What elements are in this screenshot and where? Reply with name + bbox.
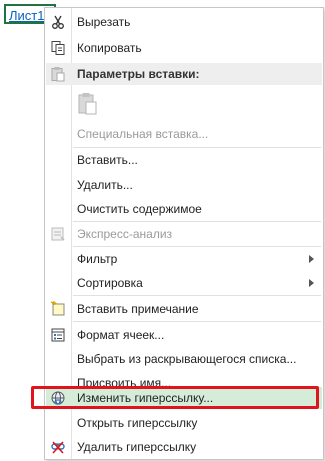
menu-item-paste-special[interactable]: Специальная вставка...	[46, 123, 322, 145]
menu-item-copy[interactable]: Копировать	[46, 37, 322, 59]
menu-item-label: Экспресс-анализ	[77, 227, 173, 241]
menu-item-label: Удалить...	[77, 178, 133, 192]
submenu-arrow-icon	[309, 255, 314, 263]
separator	[73, 147, 321, 148]
menu-item-edit-hyperlink[interactable]: Изменить гиперссылку...	[46, 387, 322, 409]
menu-item-filter[interactable]: Фильтр	[46, 248, 322, 270]
paste-values-icon[interactable]	[78, 92, 98, 116]
paste-options-label: Параметры вставки:	[77, 67, 200, 81]
format-cells-icon	[50, 327, 66, 343]
menu-item-quick-analysis[interactable]: Экспресс-анализ	[46, 223, 322, 245]
separator	[73, 221, 321, 222]
menu-item-label: Изменить гиперссылку...	[77, 391, 214, 405]
menu-item-label: Удалить гиперссылку	[77, 440, 197, 454]
menu-item-sort[interactable]: Сортировка	[46, 272, 322, 294]
menu-item-open-hyperlink[interactable]: Открыть гиперссылку	[46, 412, 322, 434]
scissors-icon	[50, 14, 66, 30]
menu-item-label: Очистить содержимое	[77, 202, 202, 216]
edit-hyperlink-icon	[50, 390, 66, 406]
paste-icon	[50, 66, 66, 85]
menu-item-remove-hyperlink[interactable]: Удалить гиперссылку	[46, 436, 322, 458]
menu-item-pick-from-list[interactable]: Выбрать из раскрывающегося списка...	[46, 348, 322, 370]
menu-item-label: Вставить...	[77, 153, 138, 167]
separator	[73, 246, 321, 247]
comment-icon	[50, 301, 66, 317]
menu-item-label: Открыть гиперссылку	[77, 416, 198, 430]
copy-icon	[50, 40, 66, 56]
separator	[73, 321, 321, 322]
menu-item-label: Сортировка	[77, 276, 143, 290]
menu-item-label: Выбрать из раскрывающегося списка...	[77, 352, 297, 366]
menu-item-label: Вставить примечание	[77, 302, 199, 316]
remove-hyperlink-icon	[50, 439, 66, 455]
menu-item-label: Формат ячеек...	[77, 328, 165, 342]
sheet-hyperlink[interactable]: Лист1	[9, 8, 44, 23]
menu-item-insert-comment[interactable]: Вставить примечание	[46, 298, 322, 320]
menu-item-label: Специальная вставка...	[77, 127, 209, 141]
menu-item-label: Фильтр	[77, 252, 118, 266]
menu-item-cut[interactable]: Вырезать	[46, 11, 322, 33]
context-menu: Вырезать Копировать Параметры вставки: С…	[44, 7, 324, 460]
menu-item-label: Копировать	[77, 41, 142, 55]
menu-item-insert[interactable]: Вставить...	[46, 149, 322, 171]
menu-item-clear-contents[interactable]: Очистить содержимое	[46, 198, 322, 220]
quick-analysis-icon	[50, 226, 66, 242]
menu-item-delete[interactable]: Удалить...	[46, 174, 322, 196]
paste-options-header: Параметры вставки:	[46, 63, 322, 85]
separator	[73, 295, 321, 296]
menu-item-format-cells[interactable]: Формат ячеек...	[46, 324, 322, 346]
submenu-arrow-icon	[309, 279, 314, 287]
menu-item-label: Вырезать	[77, 15, 131, 29]
